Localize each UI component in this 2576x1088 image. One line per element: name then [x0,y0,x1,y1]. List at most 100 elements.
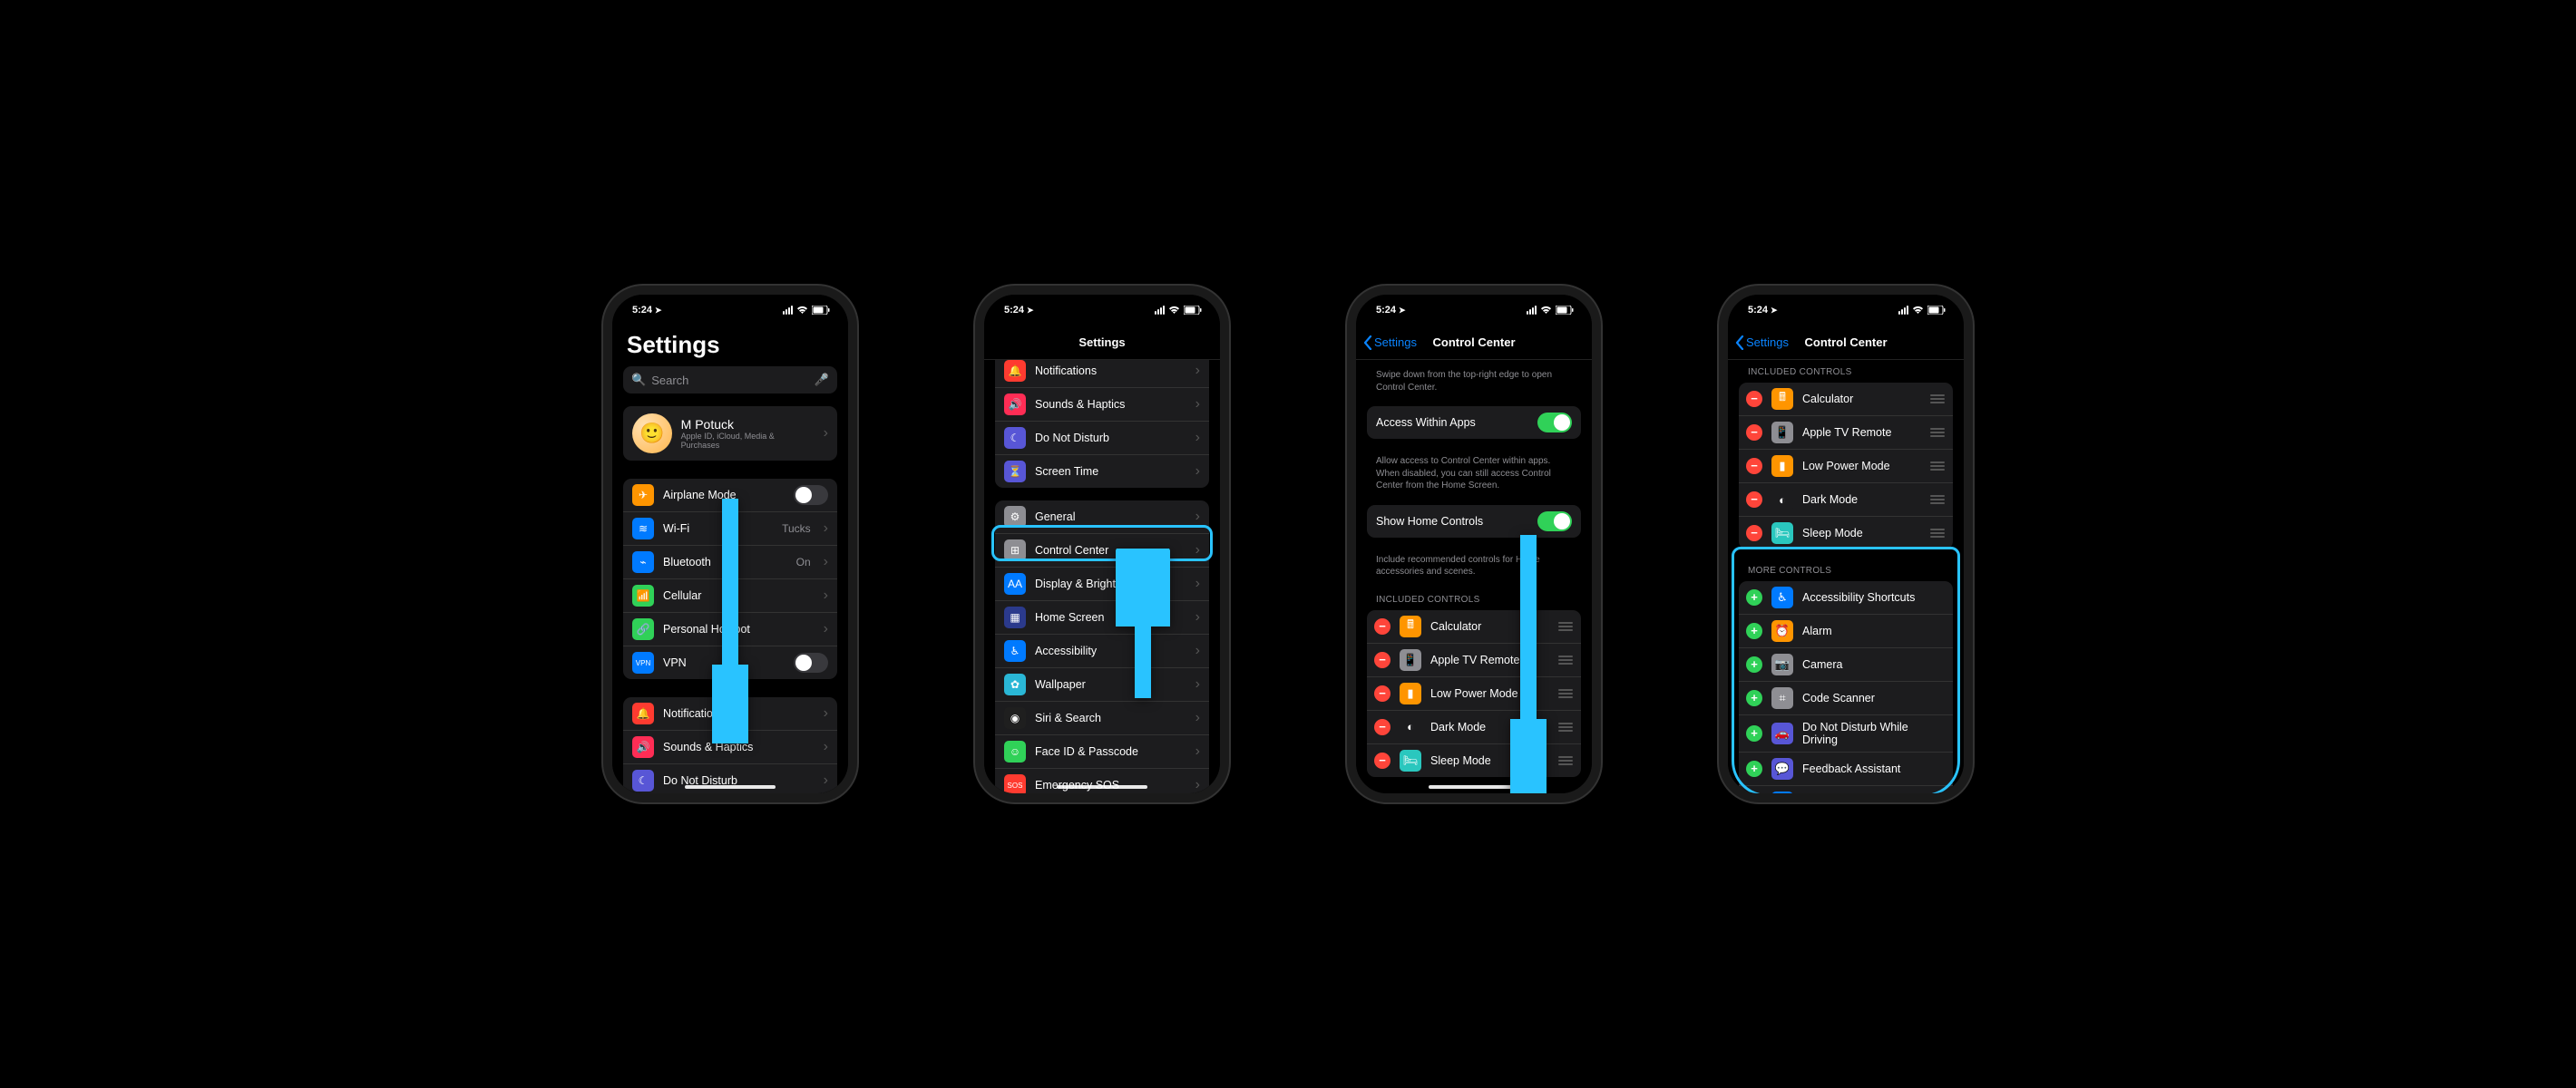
wifi-icon [796,306,808,315]
remove-button[interactable]: − [1374,618,1390,635]
row-label: Wi-Fi [663,522,773,535]
list-item[interactable]: 🔔Notifications› [623,697,837,731]
control-item[interactable]: +💬Feedback Assistant [1739,753,1953,786]
drag-handle-icon[interactable] [1929,461,1946,471]
drag-handle-icon[interactable] [1557,756,1574,765]
drag-handle-icon[interactable] [1929,495,1946,504]
drag-handle-icon[interactable] [1557,689,1574,698]
control-item[interactable]: −🛏Sleep Mode [1739,517,1953,549]
toggle-show-home-controls[interactable] [1537,511,1572,531]
list-item[interactable]: ◉Siri & Search› [995,702,1209,735]
control-item[interactable]: +⏰Alarm [1739,615,1953,648]
nav-back-button[interactable]: Settings [1363,325,1417,359]
list-item[interactable]: ☾Do Not Disturb› [623,764,837,793]
list-item[interactable]: ▦Home Screen› [995,601,1209,635]
add-button[interactable]: + [1746,761,1762,777]
home-indicator[interactable] [685,785,776,789]
nav-back-label: Settings [1374,335,1417,349]
control-item[interactable]: −◐Dark Mode [1367,711,1581,744]
control-item[interactable]: −🖩Calculator [1367,610,1581,644]
remove-button[interactable]: − [1746,458,1762,474]
add-button[interactable]: + [1746,690,1762,706]
control-item[interactable]: −🛏Sleep Mode [1367,744,1581,777]
home-indicator[interactable] [1429,785,1519,789]
list-item[interactable]: 📶Cellular› [623,579,837,613]
nav-bar: Settings Control Center [1356,325,1592,360]
drag-handle-icon[interactable] [1557,656,1574,665]
notch [1052,294,1152,314]
list-item[interactable]: 🔊Sounds & Haptics› [995,388,1209,422]
control-item[interactable]: +⌗Code Scanner [1739,682,1953,715]
remove-button[interactable]: − [1746,424,1762,441]
profile-row[interactable]: 🙂 M Potuck Apple ID, iCloud, Media & Pur… [623,406,837,461]
drag-handle-icon[interactable] [1929,529,1946,538]
control-item[interactable]: −▮Low Power Mode [1739,450,1953,483]
nav-bar: Settings [984,325,1220,360]
chevron-icon: › [1195,643,1200,659]
signal-icon [783,306,793,315]
add-button[interactable]: + [1746,623,1762,639]
search-input[interactable]: 🔍 Search 🎤 [623,366,837,393]
list-item[interactable]: ⏳Screen Time› [995,455,1209,488]
list-item[interactable]: ☺︎Face ID & Passcode› [995,735,1209,769]
battery-icon [1927,306,1946,315]
add-button[interactable]: + [1746,589,1762,606]
add-button[interactable]: + [1746,656,1762,673]
control-item[interactable]: −📱Apple TV Remote [1367,644,1581,677]
row-label: General [1035,510,1186,523]
row-label: Airplane Mode [663,489,785,501]
phone-1: 5:24➤ Settings 🔍 Search 🎤 🙂 M Potuck [603,286,857,802]
home-indicator[interactable] [1057,785,1147,789]
row-access-within-apps[interactable]: Access Within Apps [1367,406,1581,439]
row-label: Notifications [1035,364,1186,377]
remove-button[interactable]: − [1746,491,1762,508]
list-item[interactable]: 🔊Sounds & Haptics› [623,731,837,764]
remove-button[interactable]: − [1374,652,1390,668]
list-item[interactable]: ⊞Control Center› [995,534,1209,568]
app-icon: ≋ [632,518,654,539]
toggle[interactable] [794,653,828,673]
drag-handle-icon[interactable] [1929,394,1946,403]
toggle[interactable] [794,485,828,505]
list-item[interactable]: SOSEmergency SOS› [995,769,1209,793]
drag-handle-icon[interactable] [1557,622,1574,631]
list-item[interactable]: 🔗Personal Hotspot› [623,613,837,646]
control-item[interactable]: −▮Low Power Mode [1367,677,1581,711]
list-item[interactable]: VPNVPN [623,646,837,679]
control-item[interactable]: −🖩Calculator [1739,383,1953,416]
control-icon: 📷 [1771,654,1793,675]
list-item[interactable]: ≋Wi-FiTucks› [623,512,837,546]
list-item[interactable]: ⚙︎General› [995,500,1209,534]
group-more: +♿︎Accessibility Shortcuts+⏰Alarm+📷Camer… [1739,581,1953,793]
add-button[interactable]: + [1746,725,1762,742]
drag-handle-icon[interactable] [1929,428,1946,437]
row-show-home-controls[interactable]: Show Home Controls [1367,505,1581,538]
mic-icon[interactable]: 🎤 [815,373,829,387]
chevron-icon: › [1195,676,1200,693]
list-item[interactable]: ☾Do Not Disturb› [995,422,1209,455]
nav-title: Settings [1078,335,1125,349]
drag-handle-icon[interactable] [1557,723,1574,732]
list-item[interactable]: ✿Wallpaper› [995,668,1209,702]
remove-button[interactable]: − [1746,391,1762,407]
control-item[interactable]: +📷Camera [1739,648,1953,682]
control-item[interactable]: −📱Apple TV Remote [1739,416,1953,450]
group-notifications: 🔔Notifications›🔊Sounds & Haptics›☾Do Not… [623,697,837,793]
control-item[interactable]: +🚗Do Not Disturb While Driving [1739,715,1953,753]
list-item[interactable]: AADisplay & Brightness› [995,568,1209,601]
list-item[interactable]: ♿︎Accessibility› [995,635,1209,668]
nav-back-button[interactable]: Settings [1735,325,1789,359]
list-item[interactable]: 🔔Notifications› [995,360,1209,388]
control-item[interactable]: +🔦Flashlight [1739,786,1953,793]
control-icon: 🖩 [1400,616,1421,637]
remove-button[interactable]: − [1374,753,1390,769]
control-item[interactable]: −◐Dark Mode [1739,483,1953,517]
remove-button[interactable]: − [1374,685,1390,702]
toggle-access-within-apps[interactable] [1537,413,1572,432]
remove-button[interactable]: − [1374,719,1390,735]
remove-button[interactable]: − [1746,525,1762,541]
control-item[interactable]: +♿︎Accessibility Shortcuts [1739,581,1953,615]
list-item[interactable]: ✈︎Airplane Mode [623,479,837,512]
list-item[interactable]: ⌁BluetoothOn› [623,546,837,579]
row-label: Apple TV Remote [1802,426,1920,439]
